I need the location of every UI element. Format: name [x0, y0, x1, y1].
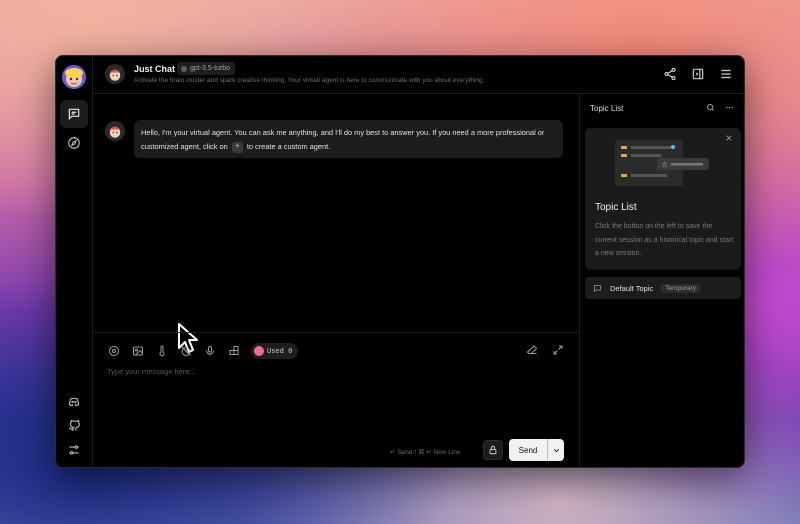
send-button[interactable]: Send: [509, 439, 548, 461]
temperature-button[interactable]: [155, 344, 169, 358]
topic-label: Default Topic: [610, 283, 654, 293]
message-input[interactable]: [107, 367, 557, 376]
close-tip-button[interactable]: [725, 134, 733, 144]
mic-icon: [206, 346, 214, 356]
send-options-button[interactable]: [548, 439, 564, 461]
tip-description: Click the button on the left to save the…: [595, 223, 734, 257]
toggle-panel-button[interactable]: [690, 66, 706, 82]
model-settings-button[interactable]: [107, 344, 121, 358]
topic-panel: Topic List ☆ Topic List Click the button…: [579, 94, 744, 467]
history-off-icon: [181, 346, 191, 356]
tip-title: Topic List: [595, 202, 637, 213]
topic-item-default[interactable]: Default Topic Temporary: [585, 277, 741, 299]
upload-image-button[interactable]: [131, 344, 145, 358]
send-button-group: Send: [509, 439, 564, 461]
user-avatar[interactable]: [62, 65, 86, 89]
agent-message: Hello, I'm your virtual agent. You can a…: [134, 120, 563, 158]
chat-nav-button[interactable]: [60, 100, 88, 128]
message-text-part2: to create a custom agent.: [246, 142, 331, 151]
app-window: Just Chat gpt-3.5-turbo Activate the bra…: [55, 55, 745, 468]
chat-header: Just Chat gpt-3.5-turbo Activate the bra…: [93, 56, 744, 94]
history-limit-button[interactable]: [179, 344, 193, 358]
settings-circle-icon: [109, 346, 119, 356]
agent-description: Activate the brain cluster and spark cre…: [134, 77, 485, 84]
temperature-icon: [159, 345, 165, 357]
composer-toolbar: Used 0: [107, 343, 299, 359]
send-shortcut-hint: ↵ Send / ⌘ ↵ New Line: [390, 449, 461, 456]
menu-icon: [721, 69, 731, 79]
usage-emoji-icon: [254, 346, 264, 356]
search-icon: [707, 104, 714, 111]
model-name: gpt-3.5-turbo: [190, 65, 231, 72]
svg-text:☆: ☆: [661, 160, 668, 169]
topic-chat-icon: [594, 284, 601, 292]
agent-message-avatar: [105, 121, 125, 141]
topic-panel-actions: [706, 103, 734, 114]
topic-tip-card: ☆ Topic List Click the button on the lef…: [585, 128, 741, 270]
more-icon: [726, 106, 733, 109]
message-text-part1: Hello, I'm your virtual agent. You can a…: [141, 128, 545, 151]
agent-avatar: [105, 64, 125, 84]
agent-title: Just Chat: [134, 64, 176, 74]
lock-button[interactable]: [483, 440, 503, 460]
settings-icon: [69, 445, 79, 455]
create-agent-plus[interactable]: +: [231, 141, 243, 153]
discord-icon: [68, 397, 80, 407]
chevron-down-icon: [553, 448, 559, 452]
token-usage-badge[interactable]: Used 0: [251, 343, 299, 359]
lock-icon: [489, 445, 497, 455]
topic-temporary-tag: Temporary: [661, 283, 700, 293]
plugins-icon: [229, 346, 239, 355]
header-actions: [662, 66, 734, 82]
voice-input-button[interactable]: [203, 344, 217, 358]
model-tag[interactable]: gpt-3.5-turbo: [177, 62, 236, 75]
expand-icon: [553, 345, 563, 355]
topic-search-button[interactable]: [706, 103, 715, 114]
share-button[interactable]: [662, 66, 678, 82]
clear-button[interactable]: [525, 343, 539, 357]
token-usage-text: Used 0: [267, 347, 293, 355]
menu-button[interactable]: [718, 66, 734, 82]
discover-nav-button[interactable]: [60, 129, 88, 157]
topic-more-button[interactable]: [725, 103, 734, 114]
topic-illustration: ☆: [585, 128, 741, 196]
chat-icon: [68, 108, 80, 121]
sidebar-rail: [56, 56, 93, 467]
github-icon: [68, 419, 80, 431]
settings-button[interactable]: [60, 436, 88, 464]
expand-button[interactable]: [551, 343, 565, 357]
chat-messages: Hello, I'm your virtual agent. You can a…: [93, 94, 579, 353]
message-composer: Used 0 ↵ Send / ⌘ ↵ New Line Send: [93, 332, 579, 467]
composer-right-tools: [525, 343, 565, 357]
close-icon: [726, 135, 732, 141]
share-icon: [664, 67, 676, 81]
panel-icon: [692, 68, 704, 80]
compass-icon: [68, 137, 80, 149]
model-icon: [181, 65, 187, 72]
topic-panel-title: Topic List: [590, 104, 624, 113]
eraser-icon: [526, 345, 538, 354]
image-icon: [133, 346, 143, 356]
plugins-button[interactable]: [227, 344, 241, 358]
